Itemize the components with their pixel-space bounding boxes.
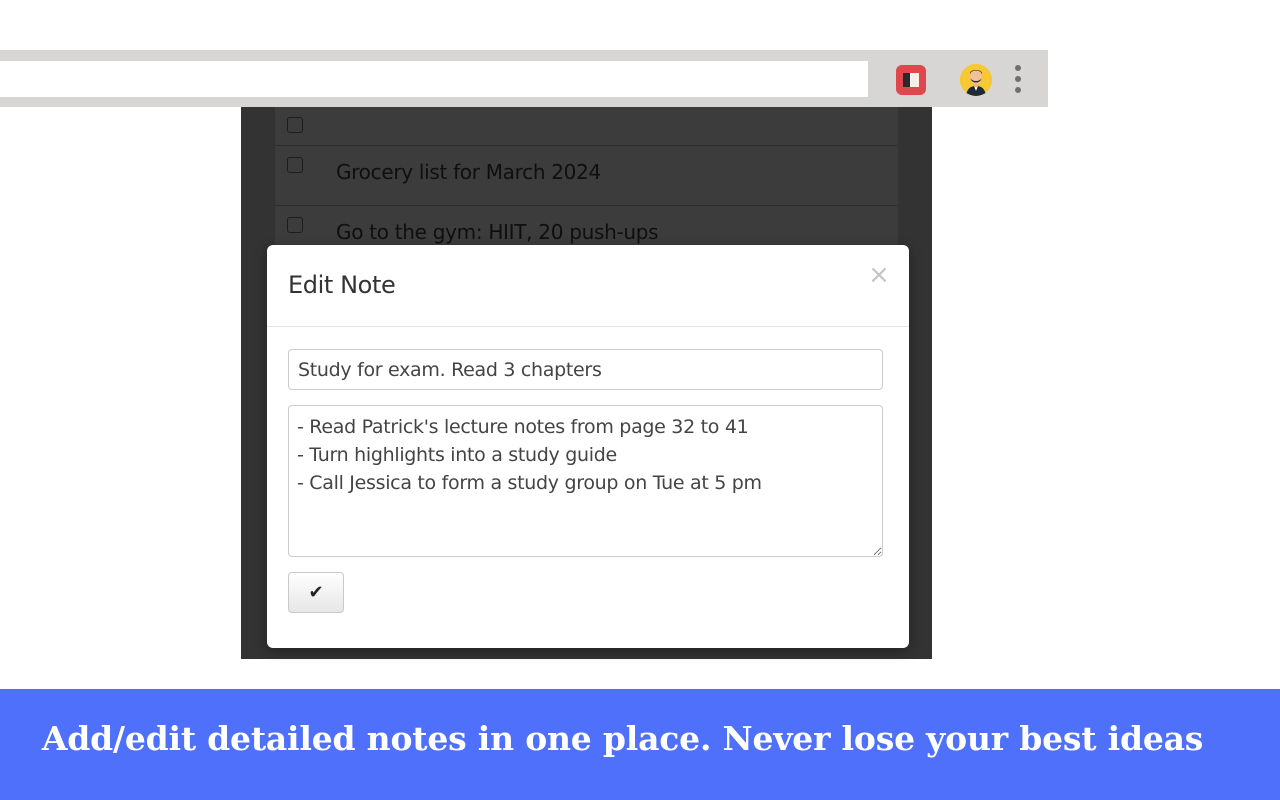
note-body-textarea[interactable]: - Read Patrick's lecture notes from page… (288, 405, 883, 557)
avatar-illustration (960, 64, 992, 96)
notebook-left-page (903, 73, 910, 87)
address-bar[interactable] (0, 61, 868, 97)
browser-toolbar (0, 50, 1048, 107)
kebab-dot (1015, 65, 1021, 71)
close-icon[interactable]: × (867, 260, 891, 290)
edit-note-modal: Edit Note × - Read Patrick's lecture not… (267, 245, 909, 648)
note-label: Grocery list for March 2024 (336, 160, 601, 184)
list-item[interactable] (275, 107, 898, 146)
kebab-menu-icon[interactable] (1008, 64, 1028, 96)
note-label: Go to the gym: HIIT, 20 push-ups (336, 220, 659, 244)
kebab-dot (1015, 87, 1021, 93)
list-item[interactable]: Grocery list for March 2024 (275, 146, 898, 206)
modal-title: Edit Note (288, 271, 396, 299)
note-title-input[interactable] (288, 349, 883, 390)
notebook-icon[interactable] (896, 65, 926, 95)
checkmark-icon: ✔ (308, 582, 324, 603)
modal-divider (267, 326, 909, 327)
user-avatar-icon[interactable] (960, 64, 992, 96)
save-button[interactable]: ✔ (288, 572, 344, 613)
note-checkbox[interactable] (287, 117, 303, 133)
kebab-dot (1015, 76, 1021, 82)
notebook-right-page (910, 73, 919, 87)
note-checkbox[interactable] (287, 217, 303, 233)
caption-banner: Add/edit detailed notes in one place. Ne… (0, 689, 1280, 800)
banner-caption: Add/edit detailed notes in one place. Ne… (41, 719, 1204, 758)
note-checkbox[interactable] (287, 157, 303, 173)
notes-list: Grocery list for March 2024 Go to the gy… (275, 107, 898, 266)
